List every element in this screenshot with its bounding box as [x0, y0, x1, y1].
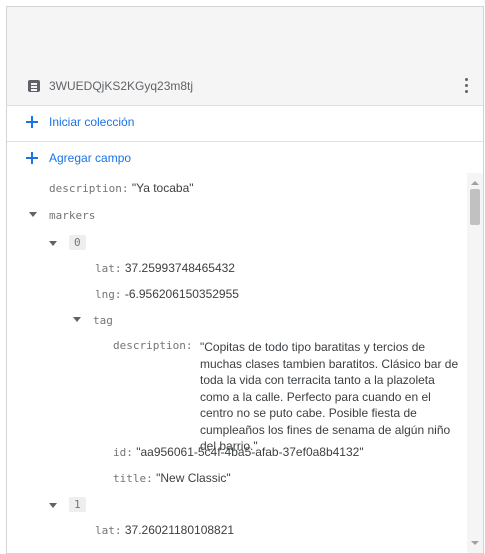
- more-vert-icon[interactable]: [463, 77, 469, 95]
- scroll-up-arrow-icon[interactable]: [471, 181, 479, 185]
- add-field-label: Agregar campo: [49, 151, 132, 165]
- field-key: lat:: [95, 262, 122, 275]
- scroll-down-arrow-icon[interactable]: [471, 541, 479, 545]
- caret-down-icon[interactable]: [49, 503, 57, 508]
- start-collection-button[interactable]: Iniciar colección: [7, 105, 483, 142]
- field-key: markers: [49, 209, 96, 222]
- field-key: id:: [113, 446, 133, 459]
- field-tree: description: "Ya tocaba" markers 0 lat: …: [7, 173, 467, 553]
- caret-down-icon[interactable]: [49, 241, 57, 246]
- field-key: lat:: [95, 524, 122, 537]
- scroll-thumb[interactable]: [470, 189, 480, 225]
- field-lat[interactable]: lat: 37.25993748465432: [95, 261, 235, 275]
- field-value: 37.25993748465432: [124, 261, 235, 275]
- array-item-0[interactable]: 0: [69, 235, 86, 250]
- array-index: 0: [69, 235, 86, 250]
- firestore-document-panel: 3WUEDQjKS2KGyq23m8tj Iniciar colección A…: [6, 6, 484, 554]
- document-row[interactable]: 3WUEDQjKS2KGyq23m8tj: [7, 67, 483, 106]
- plus-icon: [25, 151, 39, 165]
- field-markers[interactable]: markers: [49, 208, 95, 222]
- add-field-button[interactable]: Agregar campo: [7, 141, 483, 177]
- field-key: title:: [113, 472, 153, 485]
- field-value: 37.26021180108821: [124, 523, 235, 537]
- field-lng[interactable]: lng: -6.956206150352955: [95, 287, 239, 301]
- field-value: "Ya tocaba": [131, 181, 194, 195]
- start-collection-label: Iniciar colección: [49, 115, 135, 129]
- panel-header: [7, 7, 483, 68]
- field-key: description:: [113, 339, 193, 352]
- field-key: tag: [93, 314, 113, 327]
- field-lat[interactable]: lat: 37.26021180108821: [95, 523, 234, 537]
- field-description[interactable]: description: "Ya tocaba": [49, 181, 194, 195]
- field-value: "New Classic": [156, 471, 231, 485]
- caret-down-icon[interactable]: [73, 317, 81, 322]
- document-icon: [28, 80, 40, 92]
- plus-icon: [25, 115, 39, 129]
- array-index: 1: [69, 497, 86, 512]
- field-title[interactable]: title: "New Classic": [113, 471, 231, 485]
- field-key: lng:: [95, 288, 122, 301]
- field-id[interactable]: id: "aa956061-5c4f-4ba5-afab-37ef0a8b413…: [113, 445, 364, 459]
- field-tag[interactable]: tag: [93, 313, 113, 327]
- vertical-scrollbar[interactable]: [467, 173, 483, 553]
- document-id: 3WUEDQjKS2KGyq23m8tj: [49, 79, 194, 93]
- field-value: "aa956061-5c4f-4ba5-afab-37ef0a8b4132": [136, 445, 364, 459]
- field-value: "Copitas de todo tipo baratitas y tercio…: [200, 340, 459, 453]
- field-tag-description[interactable]: description: "Copitas de todo tipo barat…: [7, 339, 469, 453]
- field-key: description:: [49, 182, 129, 195]
- field-value: -6.956206150352955: [124, 287, 239, 301]
- caret-down-icon[interactable]: [29, 212, 37, 217]
- array-item-1[interactable]: 1: [69, 497, 86, 512]
